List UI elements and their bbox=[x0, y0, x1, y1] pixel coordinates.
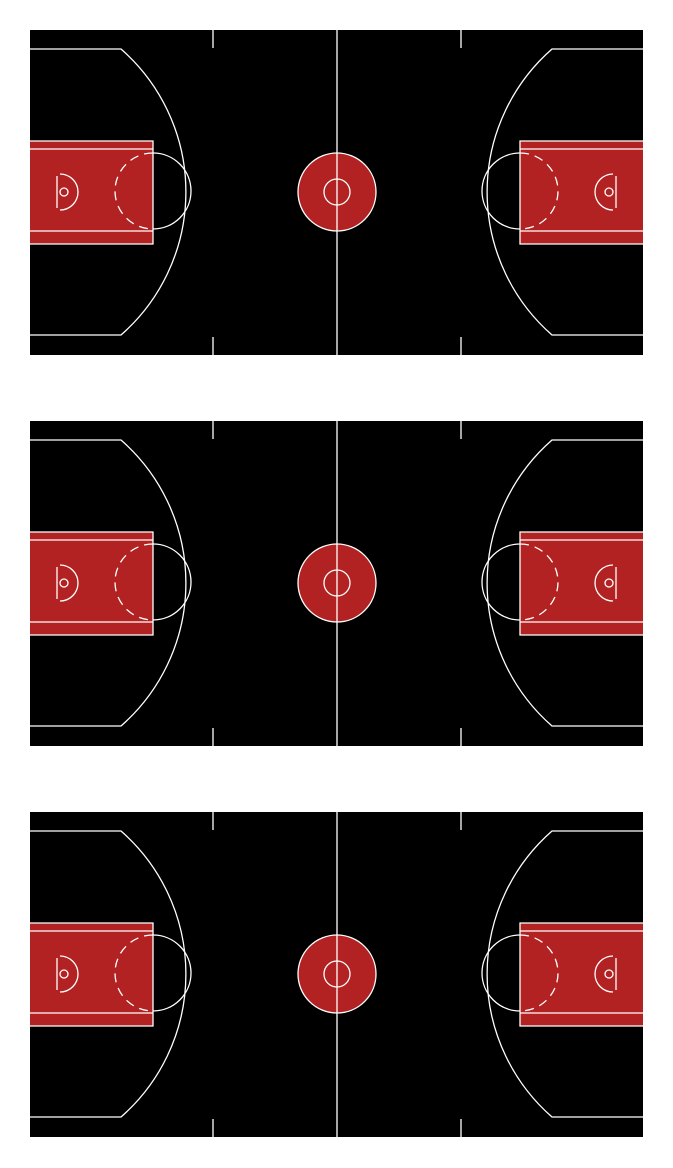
paint-key-left bbox=[30, 923, 153, 1026]
paint-key-right bbox=[520, 141, 643, 244]
basketball-court-top bbox=[30, 30, 643, 355]
basketball-court-bottom bbox=[30, 812, 643, 1137]
paint-key-left bbox=[30, 141, 153, 244]
paint-key-left bbox=[30, 532, 153, 635]
paint-key-right bbox=[520, 923, 643, 1026]
paint-key-right bbox=[520, 532, 643, 635]
basketball-court-middle bbox=[30, 421, 643, 746]
